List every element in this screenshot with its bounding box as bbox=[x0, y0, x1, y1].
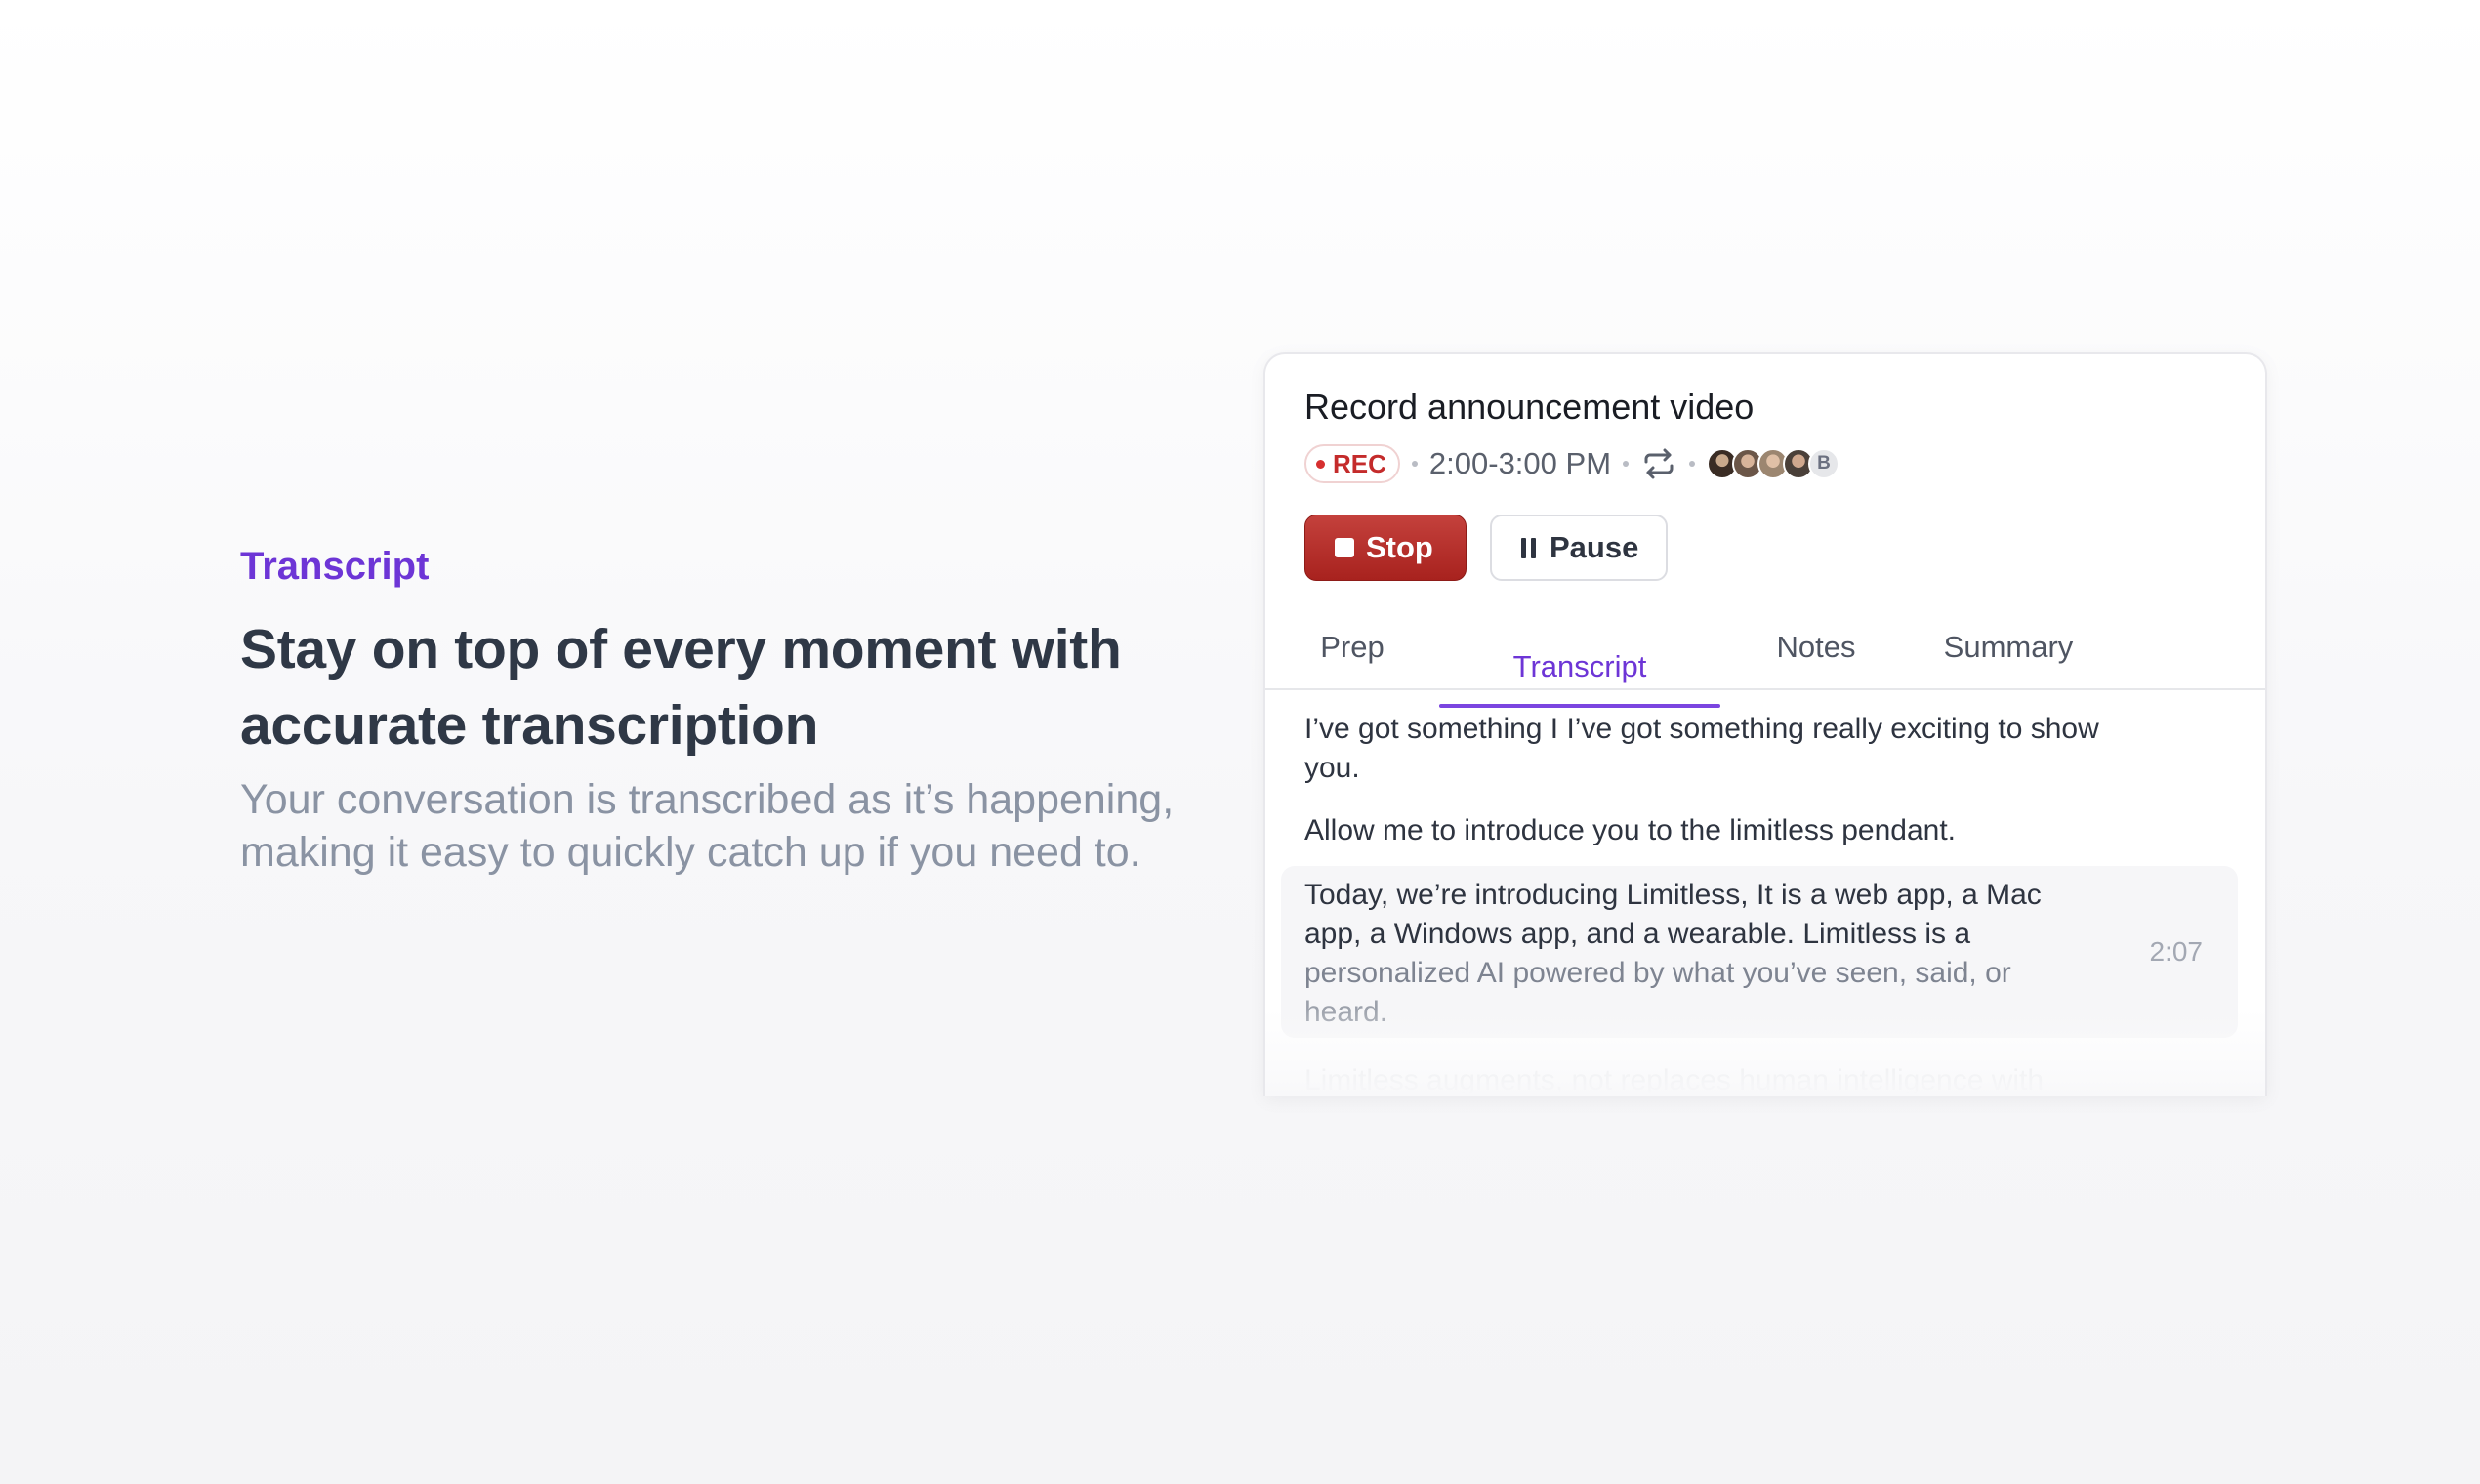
meta-separator bbox=[1623, 461, 1630, 467]
avatar-initial: B bbox=[1808, 448, 1840, 479]
tab-summary[interactable]: Summary bbox=[1912, 608, 2105, 686]
tab-notes[interactable]: Notes bbox=[1720, 608, 1912, 686]
feature-eyebrow: Transcript bbox=[240, 545, 430, 588]
rec-label: REC bbox=[1333, 448, 1386, 478]
meeting-meta: REC 2:00-3:00 PM B bbox=[1304, 444, 2226, 483]
tab-prep[interactable]: Prep bbox=[1265, 608, 1439, 686]
stop-label: Stop bbox=[1366, 530, 1433, 564]
subhead-line-1: Your conversation is transcribed as it’s… bbox=[240, 776, 1175, 823]
time-range: 2:00-3:00 PM bbox=[1428, 446, 1612, 480]
recording-card: Record announcement video REC 2:00-3:00 … bbox=[1263, 352, 2267, 1096]
segment-text-part-2: personalized AI powered by what you’ve s… bbox=[1304, 957, 2011, 989]
card-header: Record announcement video REC 2:00-3:00 … bbox=[1265, 354, 2265, 581]
stop-square-icon bbox=[1335, 538, 1354, 557]
transcript-segment[interactable]: Limitless augments, not replaces human i… bbox=[1281, 1061, 2129, 1096]
subhead-line-2: making it easy to quickly catch up if yo… bbox=[240, 829, 1141, 876]
participant-avatars[interactable]: B bbox=[1707, 448, 1840, 479]
pause-button[interactable]: Pause bbox=[1490, 515, 1668, 581]
meta-separator bbox=[1689, 461, 1696, 467]
record-dot-icon bbox=[1316, 459, 1325, 469]
recording-actions: Stop Pause bbox=[1304, 515, 2226, 581]
feature-copy: Transcript Stay on top of every moment w… bbox=[240, 547, 1217, 879]
meta-separator bbox=[1411, 461, 1418, 467]
headline-line-1: Stay on top of every moment with bbox=[240, 618, 1122, 680]
transcript-list: I’ve got something I I’ve got something … bbox=[1265, 690, 2265, 1096]
segment-text-part-1: Today, we’re introducing Limitless, It i… bbox=[1304, 879, 2042, 950]
rec-badge: REC bbox=[1304, 444, 1400, 483]
repeat-icon[interactable] bbox=[1640, 448, 1677, 479]
pause-icon bbox=[1521, 537, 1536, 558]
pause-label: Pause bbox=[1550, 530, 1639, 564]
transcript-segment[interactable]: Allow me to introduce you to the limitle… bbox=[1281, 811, 2129, 850]
feature-headline: Stay on top of every moment with accurat… bbox=[240, 611, 1217, 763]
transcript-segment-active[interactable]: Today, we’re introducing Limitless, It i… bbox=[1281, 866, 2238, 1038]
segment-timestamp: 2:07 bbox=[2149, 936, 2204, 967]
card-tabs: Prep Transcript Notes Summary bbox=[1265, 608, 2265, 708]
feature-subhead: Your conversation is transcribed as it’s… bbox=[240, 773, 1197, 879]
stop-button[interactable]: Stop bbox=[1304, 515, 1467, 581]
headline-line-2: accurate transcription bbox=[240, 694, 819, 757]
segment-text-part-3: heard. bbox=[1304, 996, 1388, 1028]
transcript-segment[interactable]: I’ve got something I I’ve got something … bbox=[1281, 710, 2129, 788]
segment-text: Today, we’re introducing Limitless, It i… bbox=[1304, 876, 2086, 1032]
meeting-title: Record announcement video bbox=[1304, 387, 1755, 427]
